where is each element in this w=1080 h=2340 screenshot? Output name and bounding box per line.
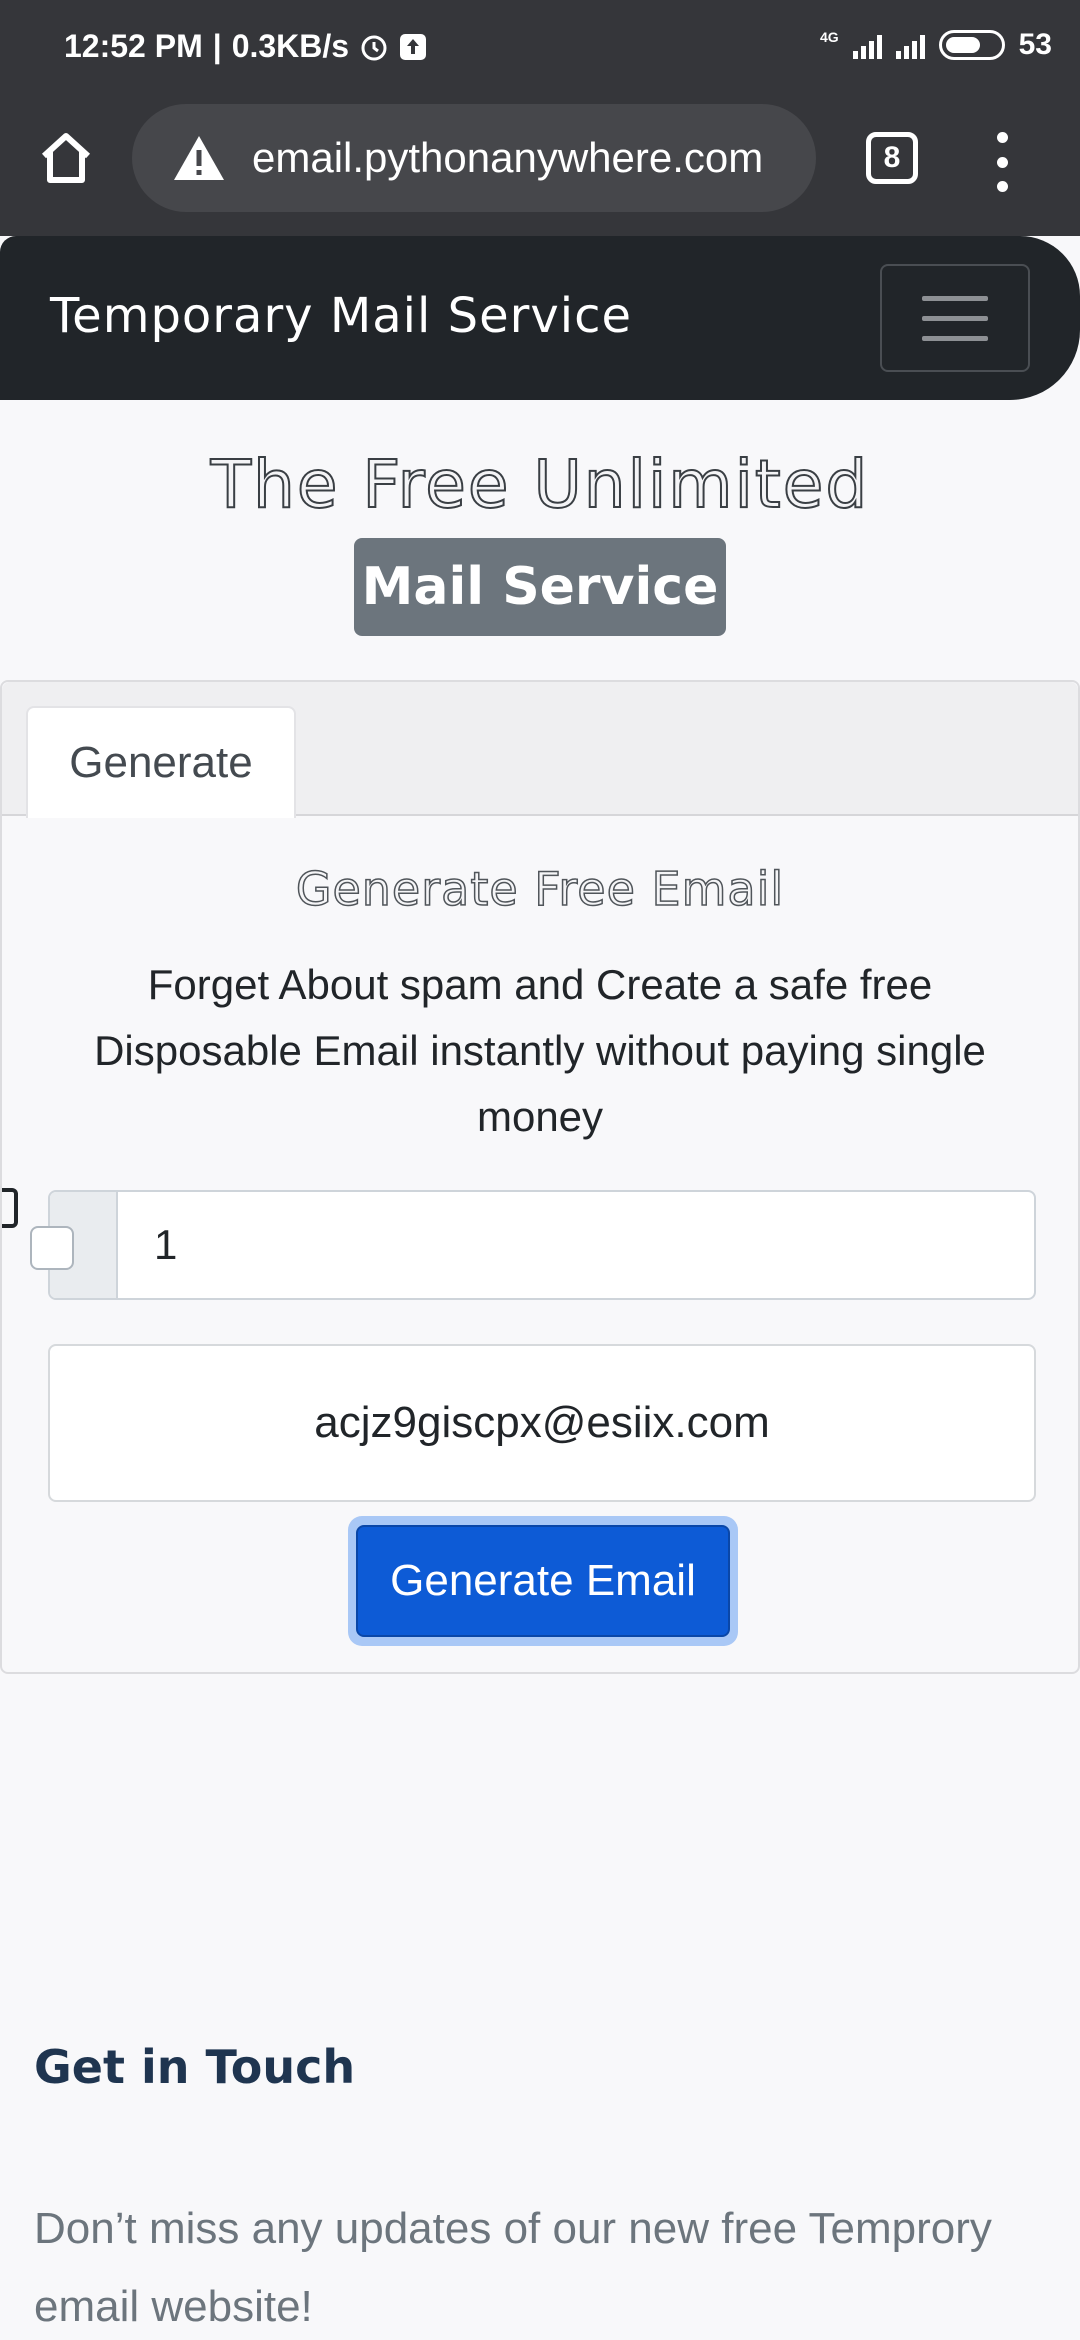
option-checkbox[interactable] (30, 1226, 74, 1270)
status-separator: | (212, 28, 222, 64)
count-input-group: 1 (48, 1190, 1036, 1300)
network-type: 4G (819, 29, 839, 45)
count-input[interactable]: 1 (154, 1192, 177, 1298)
tab-generate[interactable]: Generate (26, 706, 296, 818)
signal-icon (852, 31, 882, 59)
generate-email-label: Generate Email (356, 1525, 730, 1637)
url-text[interactable]: email.pythonanywhere.com (252, 134, 763, 182)
signal-icon-2 (895, 31, 925, 59)
status-left: 12:52 PM | 0.3KB/s (64, 28, 427, 65)
battery-level: 53 (1018, 28, 1052, 61)
hero-badge: Mail Service (354, 538, 726, 636)
tab-switcher-button[interactable]: 8 (866, 132, 918, 184)
generate-email-button[interactable]: Generate Email (348, 1516, 738, 1646)
status-speed: 0.3KB/s (231, 28, 350, 64)
warning-icon[interactable] (172, 134, 226, 182)
address-bar[interactable]: email.pythonanywhere.com (132, 104, 816, 212)
generated-email-field[interactable]: acjz9giscpx@esiix.com (48, 1344, 1036, 1502)
navbar-toggler-button[interactable] (880, 264, 1030, 372)
battery-icon (938, 30, 1005, 60)
get-in-touch-text: Don’t miss any updates of our new free T… (34, 2204, 992, 2331)
card-title: Generate Free Email (295, 861, 785, 917)
browser-toolbar: email.pythonanywhere.com 8 (0, 96, 1080, 236)
home-icon[interactable] (36, 128, 96, 188)
upload-icon (399, 33, 427, 61)
status-right: 4G 53 (820, 28, 1052, 62)
navbar: Temporary Mail Service (0, 236, 1080, 400)
alarm-icon (359, 32, 389, 62)
card-header: Generate (2, 682, 1078, 818)
card-description: Forget About spam and Create a safe free… (94, 961, 986, 1140)
status-time: 12:52 PM (64, 28, 203, 64)
edge-marker (2, 1188, 18, 1228)
status-bar: 12:52 PM | 0.3KB/s 4G 53 (0, 0, 1080, 96)
hero-title: The Free Unlimited (210, 445, 870, 524)
get-in-touch-heading: Get in Touch (34, 2040, 356, 2094)
generate-card: Generate Generate Free Email Forget Abou… (0, 680, 1080, 1674)
navbar-brand[interactable]: Temporary Mail Service (50, 288, 632, 344)
more-menu-icon[interactable] (992, 132, 1012, 192)
